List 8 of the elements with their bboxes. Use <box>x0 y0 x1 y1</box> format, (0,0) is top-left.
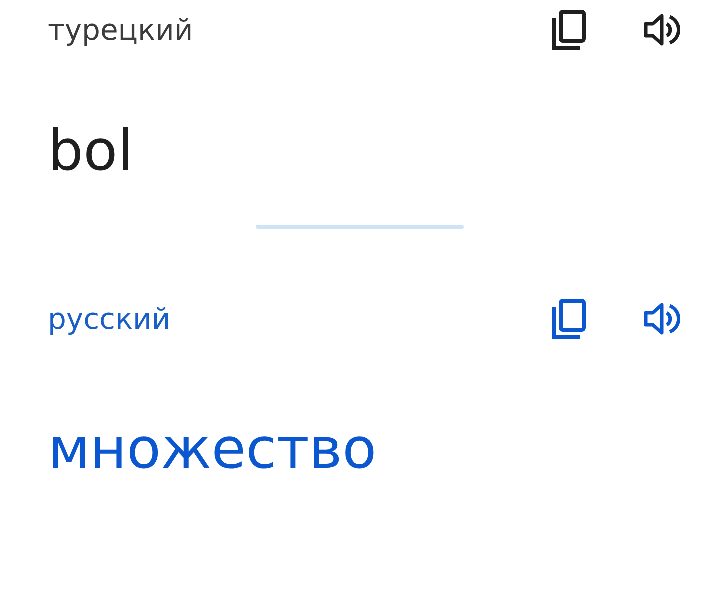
copy-icon[interactable] <box>552 10 586 50</box>
language-label[interactable]: турецкий <box>48 13 552 47</box>
copy-icon[interactable] <box>552 299 586 339</box>
speaker-icon[interactable] <box>644 302 680 336</box>
translation-text: множество <box>48 417 377 483</box>
speaker-icon[interactable] <box>644 13 680 47</box>
source-text: bol <box>48 119 134 185</box>
language-label[interactable]: русский <box>48 302 552 336</box>
